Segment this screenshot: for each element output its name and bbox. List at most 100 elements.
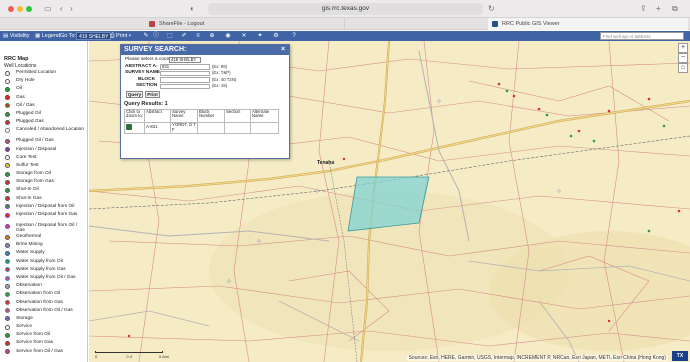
legend-item-label: Service bbox=[16, 324, 32, 330]
legend-item-label: Observation from Oil bbox=[16, 291, 60, 297]
new-tab-icon[interactable]: + bbox=[656, 3, 661, 15]
well-symbol-icon bbox=[5, 111, 10, 117]
identify-icon[interactable]: ⓘ bbox=[152, 32, 160, 40]
legend-item-label: Service from Gas bbox=[16, 340, 54, 346]
help-icon[interactable]: ? bbox=[290, 32, 298, 40]
legend-item-label: Observation from Gas bbox=[16, 299, 63, 305]
tab-overview-icon[interactable]: ⧉ bbox=[672, 3, 678, 15]
legend-item: Storage bbox=[0, 315, 87, 323]
legend-button[interactable]: ▦ Legend bbox=[35, 31, 60, 41]
legend-item-label: Core Test bbox=[16, 154, 37, 160]
button-row: Query Print bbox=[124, 90, 286, 99]
draw-icon[interactable]: ✐ bbox=[180, 32, 188, 40]
block-input[interactable] bbox=[160, 77, 210, 83]
legend-item-label: Service from Oil bbox=[16, 332, 51, 338]
county-select[interactable]: 419 SHELBY bbox=[169, 57, 201, 63]
close-window-button[interactable] bbox=[8, 6, 14, 12]
legend-panel: RRC Map Well Locations Permitted Locatio… bbox=[0, 41, 88, 362]
minimize-window-button[interactable] bbox=[17, 6, 23, 12]
results-heading: Query Results: 1 bbox=[124, 99, 286, 107]
well-symbol-icon bbox=[5, 147, 10, 153]
alternate-cell bbox=[250, 121, 279, 134]
legend-item: Injection / Disposal from Oil bbox=[0, 203, 87, 211]
survey-name-input[interactable] bbox=[160, 70, 210, 76]
abstract-cell: A-831 bbox=[144, 121, 171, 134]
legend-label: Legend bbox=[41, 33, 61, 39]
col-section: Section bbox=[224, 108, 251, 123]
col-alternate: Alternate Name bbox=[250, 108, 279, 123]
goto-label: Go To: bbox=[60, 33, 77, 39]
legend-item: Injection / Disposal from Oil / Gas bbox=[0, 222, 87, 233]
tab-rrc-gis[interactable]: RRC Public GIS Viewer bbox=[488, 18, 688, 30]
zoom-extent-icon[interactable]: ⊕ bbox=[208, 32, 216, 40]
maximize-window-button[interactable] bbox=[26, 6, 32, 12]
map-attribution[interactable]: Sources: Esri, HERE, Garmin, USGS, Inter… bbox=[406, 355, 668, 361]
well-symbol-icon bbox=[5, 163, 10, 169]
close-icon[interactable]: × bbox=[279, 46, 287, 54]
well-symbol-icon bbox=[5, 103, 10, 109]
legend-item: Observation from Gas bbox=[0, 299, 87, 307]
well-symbol-icon bbox=[5, 138, 10, 144]
scale-label-0: 0 bbox=[95, 354, 98, 359]
query-button[interactable]: Query bbox=[126, 90, 143, 98]
legend-item: Water Supply bbox=[0, 249, 87, 257]
layers-icon[interactable]: ≡ bbox=[194, 32, 202, 40]
zoom-to-icon[interactable] bbox=[126, 123, 132, 130]
legend-item-label: Plugged Oil bbox=[16, 110, 41, 116]
zoom-cell[interactable] bbox=[124, 121, 145, 134]
legend-item-label: Canceled / Abandoned Location bbox=[16, 126, 85, 132]
abstract-input[interactable]: 831 bbox=[160, 64, 210, 70]
print-label: Print bbox=[115, 33, 128, 39]
section-input[interactable] bbox=[160, 83, 210, 89]
print-button[interactable]: Print bbox=[145, 90, 160, 98]
legend-item-label: Storage from Oil bbox=[16, 171, 51, 177]
legend-item-label: Sulfur Test bbox=[16, 162, 39, 168]
section-cell bbox=[224, 121, 251, 134]
basemap-icon[interactable]: ◉ bbox=[224, 32, 232, 40]
well-symbol-icon bbox=[5, 179, 10, 185]
legend-item-label: Injection / Disposal from Gas bbox=[16, 211, 78, 217]
print-button[interactable]: ⎙ Print ▾ bbox=[110, 31, 131, 41]
legend-item: Permitted Location bbox=[0, 69, 87, 77]
reload-icon[interactable]: ↻ bbox=[488, 3, 495, 15]
back-icon[interactable]: ‹ bbox=[60, 3, 63, 15]
sidebar-icon[interactable]: ▭ bbox=[44, 3, 52, 15]
forward-icon[interactable]: › bbox=[70, 3, 73, 15]
dialog-title-text: SURVEY SEARCH: bbox=[124, 46, 187, 53]
well-symbol-icon bbox=[5, 275, 10, 281]
survey-highlight-polygon bbox=[347, 176, 430, 232]
legend-item-label: Service from Oil / Gas bbox=[16, 348, 63, 354]
dialog-title: SURVEY SEARCH: × bbox=[121, 45, 289, 55]
col-abstract: Abstract bbox=[144, 108, 171, 123]
home-button[interactable]: ⌂ bbox=[678, 63, 688, 73]
tab-sharefile[interactable]: ShareFile - Logout bbox=[145, 18, 345, 30]
results-count: 1 bbox=[164, 100, 168, 107]
zoom-in-button[interactable]: + bbox=[678, 43, 688, 53]
town-label: Tenaha bbox=[317, 160, 335, 166]
select-icon[interactable]: ⬚ bbox=[166, 32, 174, 40]
legend-item: Service bbox=[0, 323, 87, 331]
address-bar[interactable]: gis.rrc.texas.gov bbox=[208, 3, 483, 15]
well-symbol-icon bbox=[5, 259, 10, 265]
zoom-out-button[interactable]: − bbox=[678, 53, 688, 63]
measure-icon[interactable]: ✎ bbox=[142, 32, 150, 40]
survey-cell: YORDT, D T F bbox=[170, 121, 198, 134]
well-symbol-icon bbox=[5, 70, 10, 76]
visibility-button[interactable]: ▤ Visibility bbox=[3, 31, 30, 41]
privacy-icon[interactable]: ◐ bbox=[190, 3, 195, 15]
well-symbol-icon bbox=[5, 171, 10, 177]
legend-item-label: Water Supply bbox=[16, 250, 45, 256]
legend-item: Observation from Oil bbox=[0, 290, 87, 298]
goto-select[interactable]: 419 SHELBY bbox=[76, 32, 112, 40]
clear-icon[interactable]: ✕ bbox=[240, 32, 248, 40]
legend-item-label: Shut-In Oil bbox=[16, 187, 39, 193]
bookmark-icon[interactable]: ✦ bbox=[256, 32, 264, 40]
search-input[interactable]: Find well api or address bbox=[600, 32, 684, 40]
legend-item: Canceled / Abandoned Location bbox=[0, 126, 87, 137]
share-icon[interactable]: ⇪ bbox=[640, 3, 647, 15]
legend-item-label: Plugged Gas bbox=[16, 119, 44, 125]
results-header-row: Click to Zoom to: Abstract Survey Name B… bbox=[124, 108, 279, 123]
legend-item-label: Storage bbox=[16, 315, 33, 321]
legend-item-label: Geothermal bbox=[16, 234, 42, 239]
settings-icon[interactable]: ⚙ bbox=[272, 32, 280, 40]
